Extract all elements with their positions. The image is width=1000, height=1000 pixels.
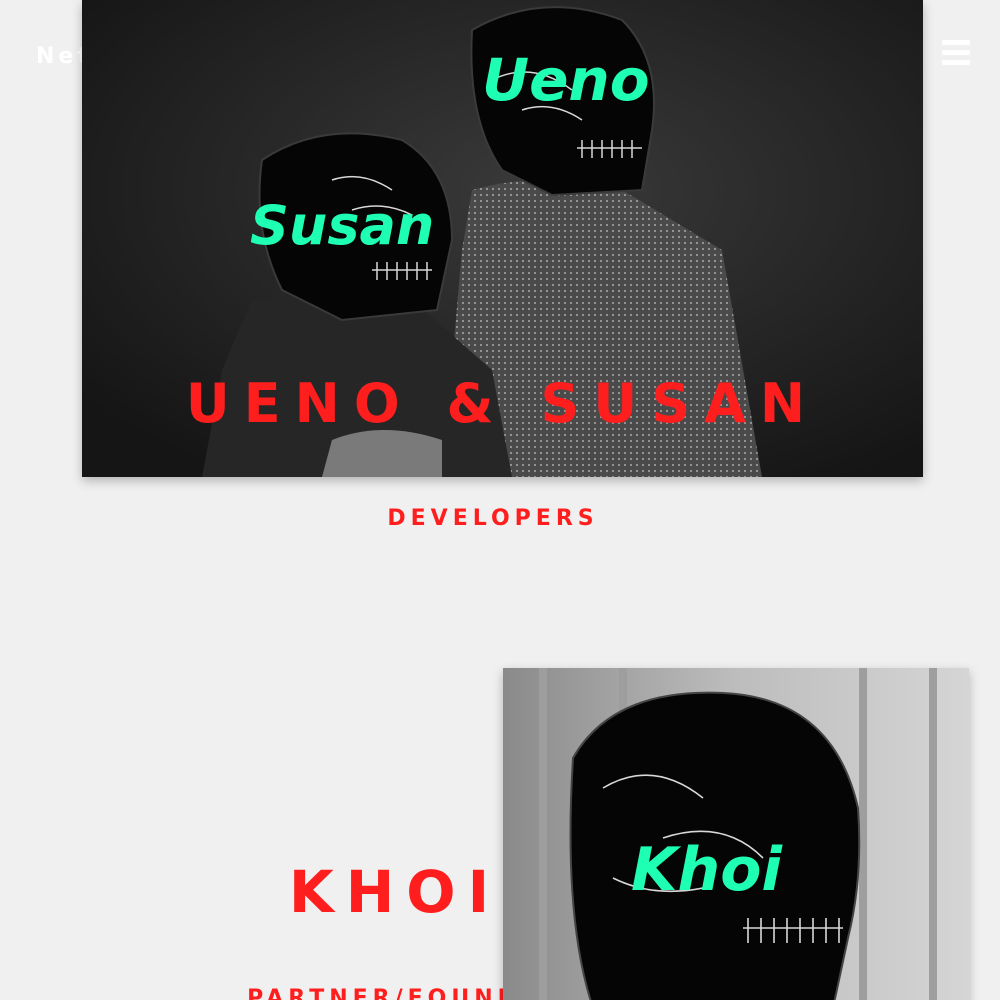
photo-tag-khoi: Khoi <box>631 835 783 905</box>
member-name-khoi: KHOI <box>288 858 502 926</box>
team-photo-khoi: Khoi <box>503 668 969 1000</box>
member-name-ueno-susan: UENO & SUSAN <box>185 372 820 435</box>
photo-tag-ueno: Ueno <box>482 46 650 114</box>
member-role-developers: DEVELOPERS <box>387 506 599 531</box>
photo-tag-susan: Susan <box>250 194 434 257</box>
hamburger-menu-icon[interactable] <box>942 40 970 66</box>
team-page: Net Ueno Susan UENO & SUSAN DEVELOPERS K… <box>0 0 1000 1000</box>
